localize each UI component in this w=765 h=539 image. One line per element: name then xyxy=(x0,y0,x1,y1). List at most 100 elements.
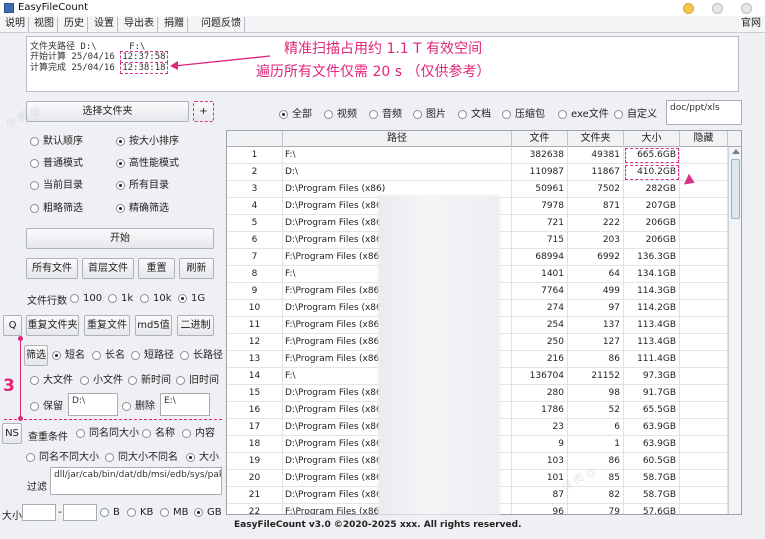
radio-sort-size[interactable]: 按大小排序 xyxy=(116,135,179,149)
radio-rows-1k[interactable]: 1k xyxy=(108,292,133,306)
radio-content[interactable]: 内容 xyxy=(182,427,215,441)
radio-type-all[interactable]: 全部 xyxy=(279,108,312,122)
start-button[interactable]: 开始 xyxy=(26,228,214,249)
radio-big-file[interactable]: 大文件 xyxy=(30,374,73,388)
radio-small-file[interactable]: 小文件 xyxy=(80,374,123,388)
table-row[interactable]: 1 F:\ 382638 49381 665.6GB xyxy=(227,147,728,164)
step-number-3: 3 xyxy=(3,376,15,396)
table-row[interactable]: 2 D:\ 110987 11867 410.2GB xyxy=(227,164,728,181)
radio-short-path[interactable]: 短路径 xyxy=(131,349,174,363)
choose-folder-button[interactable]: 选择文件夹 xyxy=(26,101,189,122)
radio-delete-label: 删除 xyxy=(135,401,155,412)
radio-rows-10k-label: 10k xyxy=(153,293,172,304)
scroll-thumb[interactable] xyxy=(731,159,740,219)
radio-long-name[interactable]: 长名 xyxy=(92,349,125,363)
dup-file-button[interactable]: 重复文件 xyxy=(84,315,130,336)
cell-files: 216 xyxy=(512,351,568,368)
size-max-input[interactable] xyxy=(63,504,97,521)
menu-history[interactable]: 历史 xyxy=(61,17,88,32)
radio-mode-high[interactable]: 高性能模式 xyxy=(116,157,179,171)
cell-hidden xyxy=(680,419,728,436)
radio-big-file-label: 大文件 xyxy=(43,375,73,386)
cell-index: 19 xyxy=(227,453,283,470)
maximize-button[interactable] xyxy=(712,3,723,14)
radio-type-video[interactable]: 视频 xyxy=(324,108,357,122)
radio-filter-rough[interactable]: 粗略筛选 xyxy=(30,202,83,216)
keep-path-input[interactable]: D:\ xyxy=(68,393,118,416)
table-scrollbar[interactable] xyxy=(728,147,741,514)
radio-mode-normal[interactable]: 普通模式 xyxy=(30,157,83,171)
cell-index: 4 xyxy=(227,198,283,215)
menu-donate[interactable]: 捐赠 xyxy=(161,17,188,32)
radio-unit-b[interactable]: B xyxy=(100,506,120,520)
binary-button[interactable]: 二进制 xyxy=(177,315,214,336)
ns-button[interactable]: NS xyxy=(2,423,22,444)
cell-hidden xyxy=(680,300,728,317)
col-folders[interactable]: 文件夹 xyxy=(568,131,624,147)
window-title: EasyFileCount xyxy=(18,2,89,13)
cell-folders: 871 xyxy=(568,198,624,215)
reset-button[interactable]: 重置 xyxy=(138,258,175,279)
col-files[interactable]: 文件 xyxy=(512,131,568,147)
filter-ext-input[interactable]: dll/jar/cab/bin/dat/db/msi/edb/sys/pak/j… xyxy=(50,467,222,495)
radio-type-exe[interactable]: exe文件 xyxy=(558,108,609,122)
dup-folder-button[interactable]: 重复文件夹 xyxy=(26,315,79,336)
radio-type-custom[interactable]: 自定义 xyxy=(614,108,657,122)
radio-unit-gb[interactable]: GB xyxy=(194,506,222,520)
radio-new-time[interactable]: 新时间 xyxy=(128,374,171,388)
scroll-up-icon[interactable] xyxy=(732,149,740,154)
add-folder-button[interactable]: + xyxy=(193,101,214,122)
menu-export[interactable]: 导出表 xyxy=(121,17,158,32)
radio-unit-mb[interactable]: MB xyxy=(160,506,189,520)
delete-path-input[interactable]: E:\ xyxy=(160,393,210,416)
minimize-button[interactable] xyxy=(683,3,694,14)
radio-type-image[interactable]: 图片 xyxy=(413,108,446,122)
cell-folders: 499 xyxy=(568,283,624,300)
size-min-input[interactable] xyxy=(22,504,56,521)
radio-same-name-size[interactable]: 同名同大小 xyxy=(76,427,139,441)
filter-button[interactable]: 筛选 xyxy=(24,345,48,366)
radio-same-name-diff-size[interactable]: 同名不同大小 xyxy=(26,451,99,465)
menu-website[interactable]: 官网 xyxy=(741,17,761,31)
radio-unit-kb[interactable]: KB xyxy=(127,506,153,520)
radio-dir-current[interactable]: 当前目录 xyxy=(30,179,83,193)
radio-same-size-diff-name[interactable]: 同大小不同名 xyxy=(105,451,178,465)
top-files-button[interactable]: 首层文件 xyxy=(82,258,134,279)
cell-hidden xyxy=(680,487,728,504)
menu-settings[interactable]: 设置 xyxy=(91,17,118,32)
radio-filter-exact[interactable]: 精确筛选 xyxy=(116,202,169,216)
radio-old-time[interactable]: 旧时间 xyxy=(176,374,219,388)
q-button[interactable]: Q xyxy=(3,315,22,336)
radio-delete[interactable]: 删除 xyxy=(122,400,155,414)
radio-type-archive[interactable]: 压缩包 xyxy=(502,108,545,122)
col-index[interactable] xyxy=(227,131,283,147)
menu-feedback[interactable]: 问题反馈 xyxy=(198,17,245,32)
cell-folders: 7502 xyxy=(568,181,624,198)
all-files-button[interactable]: 所有文件 xyxy=(26,258,78,279)
refresh-button[interactable]: 刷新 xyxy=(179,258,214,279)
radio-size[interactable]: 大小 xyxy=(186,451,219,465)
radio-rows-1g[interactable]: 1G xyxy=(178,292,205,306)
menu-view[interactable]: 视图 xyxy=(31,17,58,32)
radio-rows-10k[interactable]: 10k xyxy=(140,292,172,306)
radio-keep[interactable]: 保留 xyxy=(30,400,63,414)
col-size[interactable]: 大小 xyxy=(624,131,680,147)
menu-help[interactable]: 说明 xyxy=(2,17,29,32)
radio-type-doc[interactable]: 文档 xyxy=(458,108,491,122)
custom-ext-input[interactable]: doc/ppt/xls xyxy=(666,100,742,125)
cell-hidden xyxy=(680,198,728,215)
col-path[interactable]: 路径 xyxy=(283,131,512,147)
radio-name[interactable]: 名称 xyxy=(142,427,175,441)
radio-type-audio[interactable]: 音频 xyxy=(369,108,402,122)
col-hidden[interactable]: 隐藏 xyxy=(680,131,728,147)
close-button[interactable] xyxy=(741,3,752,14)
md5-button[interactable]: md5值 xyxy=(135,315,172,336)
cell-files: 274 xyxy=(512,300,568,317)
radio-rows-100[interactable]: 100 xyxy=(70,292,102,306)
radio-long-path[interactable]: 长路径 xyxy=(180,349,223,363)
radio-dir-all[interactable]: 所有目录 xyxy=(116,179,169,193)
radio-sort-default[interactable]: 默认顺序 xyxy=(30,135,83,149)
cell-index: 13 xyxy=(227,351,283,368)
cell-files: 721 xyxy=(512,215,568,232)
radio-short-name[interactable]: 短名 xyxy=(52,349,85,363)
